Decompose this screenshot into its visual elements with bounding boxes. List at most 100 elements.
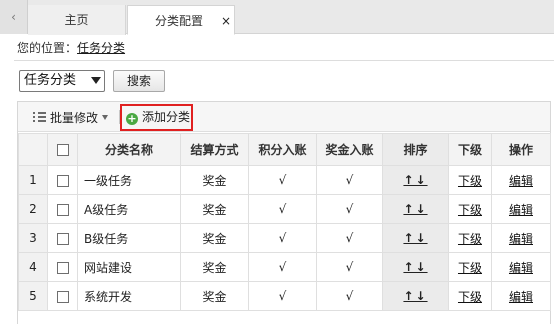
row-checkbox[interactable] xyxy=(56,174,69,187)
tab-bar: ‹ 主页 分类配置 × xyxy=(0,0,554,35)
header-sort[interactable]: 排序 xyxy=(382,133,449,166)
row-ops-cell: 编辑 xyxy=(491,252,551,282)
table-row: 2 A级任务 奖金 √ √ ↑↓ 下级 编辑 xyxy=(18,194,551,224)
sort-arrows-icon[interactable]: ↑↓ xyxy=(403,289,427,303)
row-sub-cell: 下级 xyxy=(448,223,492,253)
tab-close-icon[interactable]: × xyxy=(221,6,231,36)
batch-edit-button[interactable]: 批量修改 xyxy=(33,110,109,126)
row-points: √ xyxy=(248,252,317,282)
edit-link[interactable]: 编辑 xyxy=(509,174,533,188)
row-checkbox[interactable] xyxy=(56,232,69,245)
row-checkbox[interactable] xyxy=(56,290,69,303)
row-bonus: √ xyxy=(316,165,383,195)
row-bonus: √ xyxy=(316,194,383,224)
sort-arrows-icon[interactable]: ↑↓ xyxy=(403,260,427,274)
tab-home[interactable]: 主页 xyxy=(28,5,126,35)
row-name: 一级任务 xyxy=(77,165,181,195)
row-index: 5 xyxy=(18,281,48,311)
header-points[interactable]: 积分入账 xyxy=(248,133,317,166)
row-points: √ xyxy=(248,194,317,224)
row-bonus: √ xyxy=(316,223,383,253)
row-name: 网站建设 xyxy=(77,252,181,282)
breadcrumb: 您的位置：任务分类 xyxy=(17,40,125,56)
row-bonus: √ xyxy=(316,281,383,311)
category-select-value: 任务分类 xyxy=(24,73,77,88)
add-category-button[interactable]: + 添加分类 xyxy=(120,104,193,131)
row-ops-cell: 编辑 xyxy=(491,223,551,253)
row-sub-cell: 下级 xyxy=(448,281,492,311)
sub-level-link[interactable]: 下级 xyxy=(458,203,482,217)
row-sort-cell: ↑↓ xyxy=(382,194,449,224)
search-button[interactable]: 搜索 xyxy=(113,70,165,92)
sub-level-link[interactable]: 下级 xyxy=(458,232,482,246)
row-sub-cell: 下级 xyxy=(448,252,492,282)
sort-arrows-icon[interactable]: ↑↓ xyxy=(403,231,427,245)
sort-arrows-icon[interactable]: ↑↓ xyxy=(403,173,427,187)
chevron-down-icon xyxy=(91,77,101,84)
row-settle: 奖金 xyxy=(180,165,249,195)
header-settle[interactable]: 结算方式 xyxy=(180,133,249,166)
row-sort-cell: ↑↓ xyxy=(382,223,449,253)
breadcrumb-link-task-category[interactable]: 任务分类 xyxy=(77,41,125,55)
table-row: 1 一级任务 奖金 √ √ ↑↓ 下级 编辑 xyxy=(18,165,551,195)
edit-link[interactable]: 编辑 xyxy=(509,203,533,217)
select-all-checkbox[interactable] xyxy=(56,144,69,156)
row-points: √ xyxy=(248,281,317,311)
plus-circle-icon: + xyxy=(126,112,138,125)
table-row: 5 系统开发 奖金 √ √ ↑↓ 下级 编辑 xyxy=(18,281,551,311)
category-table: 分类名称 结算方式 积分入账 奖金入账 排序 下级 操作 1 一级任务 奖金 √… xyxy=(18,133,551,311)
header-index xyxy=(18,133,48,166)
row-name: B级任务 xyxy=(77,223,181,253)
caret-down-icon xyxy=(102,115,109,120)
breadcrumb-divider xyxy=(14,60,554,61)
row-checkbox-cell xyxy=(47,223,78,253)
category-select[interactable]: 任务分类 xyxy=(19,70,105,92)
breadcrumb-prefix: 您的位置： xyxy=(17,41,78,55)
row-sort-cell: ↑↓ xyxy=(382,252,449,282)
row-ops-cell: 编辑 xyxy=(491,165,551,195)
row-sort-cell: ↑↓ xyxy=(382,281,449,311)
sub-level-link[interactable]: 下级 xyxy=(458,261,482,275)
row-settle: 奖金 xyxy=(180,194,249,224)
row-sub-cell: 下级 xyxy=(448,194,492,224)
header-select-all xyxy=(47,133,78,166)
row-name: A级任务 xyxy=(77,194,181,224)
row-sub-cell: 下级 xyxy=(448,165,492,195)
sort-arrows-icon[interactable]: ↑↓ xyxy=(403,202,427,216)
row-settle: 奖金 xyxy=(180,281,249,311)
header-ops[interactable]: 操作 xyxy=(491,133,551,166)
tab-home-label: 主页 xyxy=(64,13,89,27)
row-index: 2 xyxy=(18,194,48,224)
row-settle: 奖金 xyxy=(180,223,249,253)
table-row: 3 B级任务 奖金 √ √ ↑↓ 下级 编辑 xyxy=(18,223,551,253)
sub-level-link[interactable]: 下级 xyxy=(458,174,482,188)
edit-link[interactable]: 编辑 xyxy=(509,290,533,304)
table-row: 4 网站建设 奖金 √ √ ↑↓ 下级 编辑 xyxy=(18,252,551,282)
row-index: 3 xyxy=(18,223,48,253)
edit-link[interactable]: 编辑 xyxy=(509,232,533,246)
row-checkbox-cell xyxy=(47,252,78,282)
row-settle: 奖金 xyxy=(180,252,249,282)
edit-link[interactable]: 编辑 xyxy=(509,261,533,275)
batch-edit-label: 批量修改 xyxy=(50,111,99,125)
row-checkbox-cell xyxy=(47,281,78,311)
row-checkbox-cell xyxy=(47,194,78,224)
sub-level-link[interactable]: 下级 xyxy=(458,290,482,304)
grid-toolbar: 批量修改 + 添加分类 xyxy=(18,102,550,132)
tab-category-config[interactable]: 分类配置 × xyxy=(127,5,235,35)
row-points: √ xyxy=(248,165,317,195)
row-bonus: √ xyxy=(316,252,383,282)
header-sub[interactable]: 下级 xyxy=(448,133,492,166)
row-index: 1 xyxy=(18,165,48,195)
tab-scroll-left-button[interactable]: ‹ xyxy=(0,0,28,34)
row-checkbox[interactable] xyxy=(56,203,69,216)
row-checkbox[interactable] xyxy=(56,261,69,274)
tab-category-config-label: 分类配置 xyxy=(155,14,204,28)
header-name[interactable]: 分类名称 xyxy=(77,133,181,166)
row-ops-cell: 编辑 xyxy=(491,281,551,311)
add-category-label: 添加分类 xyxy=(142,110,191,124)
row-name: 系统开发 xyxy=(77,281,181,311)
row-sort-cell: ↑↓ xyxy=(382,165,449,195)
header-bonus[interactable]: 奖金入账 xyxy=(316,133,383,166)
list-icon xyxy=(33,112,46,123)
